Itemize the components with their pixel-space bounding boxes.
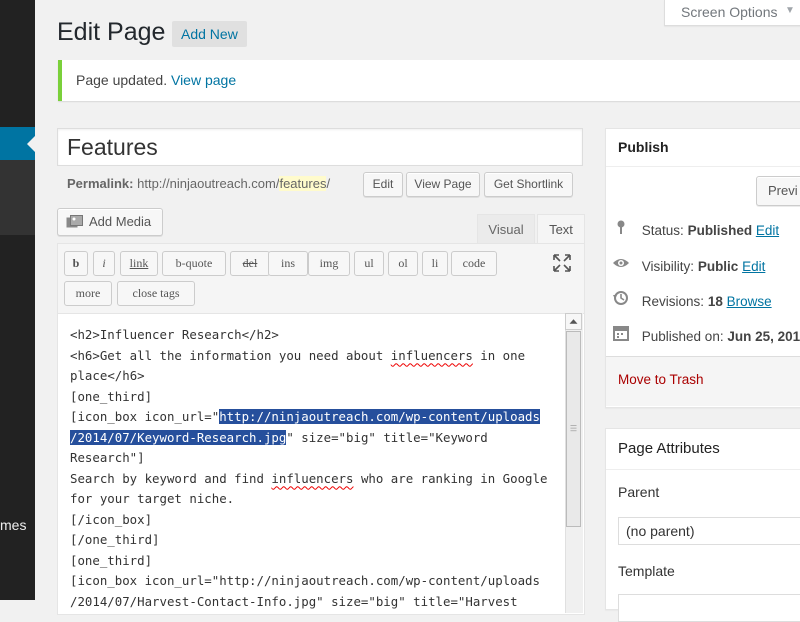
editor-line: [/one_third]: [70, 532, 160, 547]
revisions-row: Revisions: 18 Browse: [612, 290, 772, 309]
admin-sidebar: mes: [0, 0, 35, 600]
content-textarea[interactable]: <h2>Influencer Research</h2> <h6>Get all…: [57, 313, 585, 615]
qt-li-button[interactable]: li: [422, 251, 448, 276]
spellcheck-word: influencers: [390, 347, 473, 363]
status-label: Status:: [641, 223, 684, 238]
active-indicator-arrow: [27, 136, 35, 152]
update-notice: Page updated. View page: [58, 60, 800, 101]
qt-more-button[interactable]: more: [64, 281, 112, 306]
get-shortlink-button[interactable]: Get Shortlink: [484, 172, 573, 197]
editor-line: for your target niche.: [70, 491, 235, 506]
permalink-trail: /: [326, 176, 331, 191]
editor-line: [icon_box icon_url=": [70, 409, 220, 424]
selected-text: http://ninjaoutreach.com/wp-content/uplo…: [219, 409, 540, 424]
published-on-label: Published on:: [641, 329, 724, 344]
editor-line: <h2>Influencer Research</h2>: [70, 327, 279, 342]
qt-img-button[interactable]: img: [308, 251, 350, 276]
published-on-value: Jun 25, 2014: [727, 329, 800, 344]
add-media-label: Add Media: [89, 214, 152, 229]
editor-line: [one_third]: [70, 388, 153, 404]
scroll-thumb[interactable]: [566, 331, 581, 527]
qt-ol-button[interactable]: ol: [388, 251, 418, 276]
calendar-icon: [613, 326, 629, 341]
visibility-value: Public: [697, 259, 739, 274]
qt-italic-button[interactable]: i: [93, 251, 115, 276]
editor-line: <h6>Get all the information you need abo…: [70, 347, 391, 363]
parent-select[interactable]: (no parent): [618, 517, 800, 545]
publish-header[interactable]: Publish: [606, 129, 800, 167]
media-icon: [66, 215, 83, 228]
editor-line: who are ranking in Google: [353, 470, 548, 486]
tab-visual[interactable]: Visual: [477, 214, 535, 244]
editor-line: [/icon_box]: [70, 511, 153, 527]
page-attributes-header[interactable]: Page Attributes: [606, 429, 800, 470]
template-label: Template: [618, 563, 675, 579]
move-to-trash-link[interactable]: Move to Trash: [618, 372, 704, 387]
eye-icon: [613, 259, 629, 267]
qt-del-button[interactable]: del: [230, 251, 270, 276]
parent-label: Parent: [618, 484, 660, 500]
selected-text: /2014/07/Keyword-Research.jpg: [70, 429, 287, 445]
add-new-button[interactable]: Add New: [172, 21, 247, 47]
qt-ins-button[interactable]: ins: [268, 251, 308, 276]
permalink-slug[interactable]: features: [279, 176, 327, 191]
editor-line: Research"]: [70, 450, 145, 465]
page-attributes-title: Page Attributes: [618, 440, 720, 457]
edit-permalink-button[interactable]: Edit: [363, 172, 403, 197]
visibility-label: Visibility:: [641, 259, 695, 274]
qt-bquote-button[interactable]: b-quote: [162, 251, 226, 276]
editor-line: [one_third]: [70, 552, 153, 568]
page-title: Edit Page: [57, 18, 166, 46]
permalink-base: http://ninjaoutreach.com/: [137, 176, 280, 191]
visibility-row: Visibility: Public Edit: [612, 255, 765, 274]
qt-ul-button[interactable]: ul: [354, 251, 384, 276]
qt-link-button[interactable]: link: [120, 251, 158, 276]
editor-line: Search by keyword and find: [70, 470, 272, 486]
screen-options-tab[interactable]: Screen Options ▼: [664, 0, 800, 26]
parent-value: (no parent): [626, 523, 695, 539]
sidebar-submenu[interactable]: [0, 160, 35, 235]
fullscreen-icon[interactable]: [552, 253, 572, 273]
publish-title: Publish: [618, 139, 669, 155]
edit-visibility-link[interactable]: Edit: [742, 259, 765, 274]
template-select[interactable]: [618, 594, 800, 622]
notice-text: Page updated.: [76, 72, 168, 88]
view-page-link[interactable]: View page: [171, 72, 236, 88]
view-page-button[interactable]: View Page: [406, 172, 480, 197]
title-value: Features: [67, 134, 158, 160]
qt-close-tags-button[interactable]: close tags: [117, 281, 195, 306]
edit-status-link[interactable]: Edit: [756, 223, 779, 238]
editor-line: " size="big" title="Keyword: [286, 429, 488, 445]
caret-down-icon: ▼: [785, 5, 795, 16]
pin-icon: [617, 220, 625, 234]
editor-line: [icon_box icon_url="http://ninjaoutreach…: [70, 573, 540, 588]
status-row: Status: Published Edit: [612, 219, 779, 238]
qt-bold-button[interactable]: b: [64, 251, 88, 276]
editor-line: </h6>: [107, 368, 145, 383]
permalink-label: Permalink:: [67, 176, 134, 191]
editor-line: place: [70, 368, 108, 383]
permalink: Permalink: http://ninjaoutreach.com/feat…: [67, 176, 330, 191]
published-on-row: Published on: Jun 25, 2014: [612, 325, 800, 344]
scroll-up-icon[interactable]: [565, 313, 582, 330]
editor-content: <h2>Influencer Research</h2> <h6>Get all…: [70, 325, 547, 612]
editor-line: /2014/07/Harvest-Contact-Info.jpg" size=…: [70, 593, 518, 609]
spellcheck-word: influencers: [271, 470, 354, 486]
screen-options-label: Screen Options: [681, 4, 778, 20]
preview-button[interactable]: Previ: [756, 176, 800, 206]
title-input[interactable]: Features: [57, 128, 583, 166]
browse-revisions-link[interactable]: Browse: [727, 294, 772, 309]
status-value: Published: [687, 223, 753, 238]
history-icon: [613, 291, 628, 305]
revisions-count: 18: [707, 294, 723, 309]
sidebar-item-label[interactable]: mes: [0, 517, 26, 533]
revisions-label: Revisions:: [641, 294, 705, 309]
add-media-button[interactable]: Add Media: [57, 208, 163, 236]
editor-line: in one: [472, 347, 526, 363]
tab-text[interactable]: Text: [537, 214, 585, 245]
qt-code-button[interactable]: code: [451, 251, 497, 276]
